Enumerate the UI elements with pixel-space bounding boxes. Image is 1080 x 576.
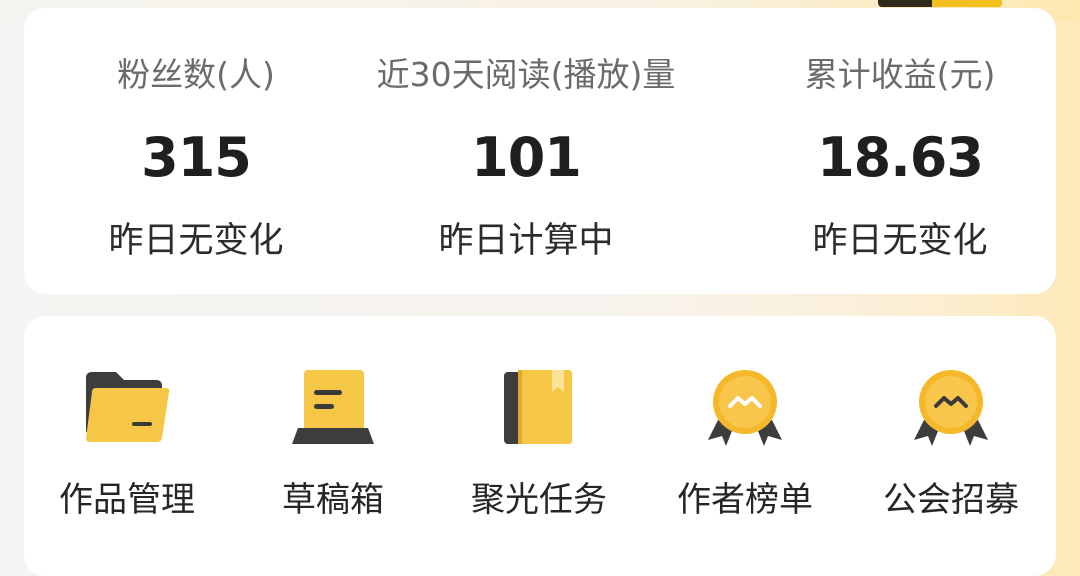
tool-label: 公会招募	[883, 480, 1019, 520]
stat-followers[interactable]: 粉丝数(人) 315 昨日无变化	[24, 8, 368, 294]
tool-label: 作品管理	[59, 480, 195, 520]
stat-label: 累计收益(元)	[804, 55, 996, 94]
stat-value: 315	[141, 126, 252, 189]
tool-works-management[interactable]: 作品管理	[24, 316, 230, 556]
medal-icon	[700, 366, 790, 450]
stat-value: 18.63	[817, 126, 984, 189]
stat-change: 昨日无变化	[812, 221, 988, 261]
tool-guild-recruitment[interactable]: 公会招募	[848, 316, 1054, 556]
folder-icon	[82, 366, 172, 450]
tool-label: 草稿箱	[282, 480, 384, 520]
stats-card: 粉丝数(人) 315 昨日无变化 近30天阅读(播放)量 101 昨日计算中 累…	[24, 8, 1056, 294]
tool-label: 聚光任务	[471, 480, 607, 520]
tool-draft-box[interactable]: 草稿箱	[230, 316, 436, 556]
stat-earnings[interactable]: 累计收益(元) 18.63 昨日无变化	[728, 8, 1072, 294]
banner-decoration	[878, 0, 1002, 7]
tool-spotlight-tasks[interactable]: 聚光任务	[436, 316, 642, 556]
tools-card: 作品管理 草稿箱 聚光任务 作者榜单 公会招募	[24, 316, 1056, 576]
bookmark-book-icon	[494, 366, 584, 450]
medal-icon	[906, 366, 996, 450]
tool-author-ranking[interactable]: 作者榜单	[642, 316, 848, 556]
stat-value: 101	[471, 126, 582, 189]
draft-box-icon	[288, 366, 378, 450]
stat-change: 昨日计算中	[438, 221, 614, 261]
stat-change: 昨日无变化	[108, 221, 284, 261]
stat-label: 粉丝数(人)	[117, 55, 275, 94]
stat-reads[interactable]: 近30天阅读(播放)量 101 昨日计算中	[354, 8, 698, 294]
stat-label: 近30天阅读(播放)量	[376, 55, 676, 94]
tool-label: 作者榜单	[677, 480, 813, 520]
